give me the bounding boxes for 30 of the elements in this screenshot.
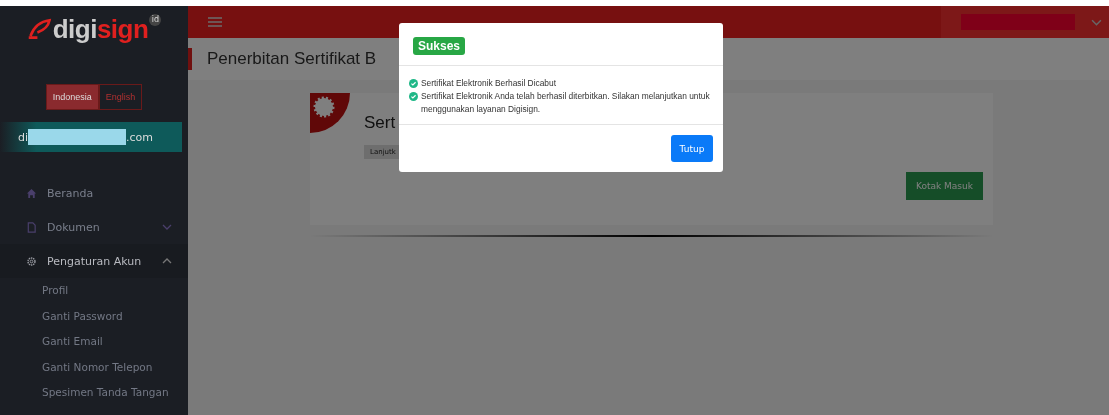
submenu-item[interactable]: Ganti Nomor Telepon [0, 354, 188, 380]
inbox-button[interactable]: Kotak Masuk [906, 172, 983, 200]
chevron-down-icon [162, 224, 172, 230]
submenu-item[interactable]: Spesimen Tanda Tangan [0, 380, 188, 406]
check-circle-icon [409, 79, 418, 88]
settings-icon [26, 255, 37, 267]
chevron-down-icon [1091, 18, 1102, 26]
chevron-up-icon [162, 258, 172, 264]
account-email-start: di [18, 130, 29, 144]
submenu-item[interactable]: Ganti Password [0, 303, 188, 329]
account-email-end: .com [126, 130, 154, 144]
home-icon [26, 187, 37, 199]
card-title: Sert [364, 113, 397, 133]
file-icon [26, 221, 37, 233]
close-button[interactable]: Tutup [671, 135, 713, 162]
sidebar-item[interactable]: Dokumen [0, 210, 188, 244]
menu-icon[interactable] [208, 17, 222, 27]
language-tab[interactable]: Indonesia [45, 84, 99, 110]
submenu-item[interactable]: Profil [0, 278, 188, 304]
sidebar-item[interactable]: Beranda [0, 176, 188, 210]
feather-pen-icon [26, 18, 53, 40]
message-text: Sertifikat Elektronik Anda telah berhasil diterbitkan. Silakan melanjutkan untuk menggunakan layanan Digisign. [421, 90, 711, 116]
user-menu[interactable] [941, 6, 1109, 38]
submenu-item[interactable]: Ganti Email [0, 329, 188, 355]
success-label: Sukses [413, 37, 466, 55]
message-text: Sertifikat Elektronik Berhasil Dicabut [421, 77, 556, 90]
sidebar-item[interactable]: Pengaturan Akun [0, 244, 188, 278]
language-tab[interactable]: English [98, 84, 143, 110]
page-title: Penerbitan Sertifikat B [207, 49, 377, 69]
check-circle-icon [409, 92, 418, 101]
